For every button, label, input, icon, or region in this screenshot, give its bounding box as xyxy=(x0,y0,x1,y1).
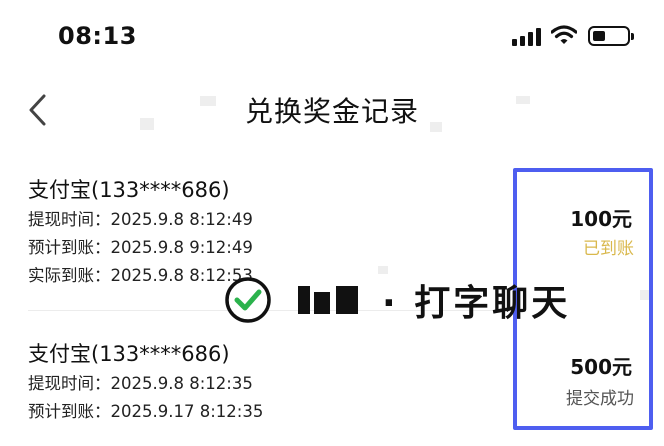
status-bar: 08:13 xyxy=(0,0,664,72)
check-circle-icon xyxy=(225,277,271,323)
expected-arrival: 预计到账：2025.9.8 9:12:49 xyxy=(28,238,253,257)
overlay-text: · 打字聊天 xyxy=(382,283,571,324)
battery-icon xyxy=(588,26,634,46)
expected-arrival: 预计到账：2025.9.17 8:12:35 xyxy=(28,402,264,421)
censor-block xyxy=(298,286,310,314)
record-account: 支付宝(133****686) xyxy=(28,342,230,366)
page-title: 兑换奖金记录 xyxy=(244,95,419,128)
withdraw-time: 提现时间：2025.9.8 8:12:35 xyxy=(28,374,253,393)
censor-block xyxy=(336,286,358,314)
actual-arrival: 实际到账：2025.9.8 8:12:53 xyxy=(28,266,253,285)
nav-bar: 兑换奖金记录 xyxy=(0,78,664,140)
overlay-stamp: · 打字聊天 xyxy=(222,272,622,332)
censor-block xyxy=(314,292,330,314)
wifi-icon xyxy=(551,25,577,44)
cellular-signal-icon xyxy=(512,28,542,46)
record-account: 支付宝(133****686) xyxy=(28,178,230,202)
withdraw-time: 提现时间：2025.9.8 8:12:49 xyxy=(28,210,253,229)
status-time: 08:13 xyxy=(58,22,137,50)
